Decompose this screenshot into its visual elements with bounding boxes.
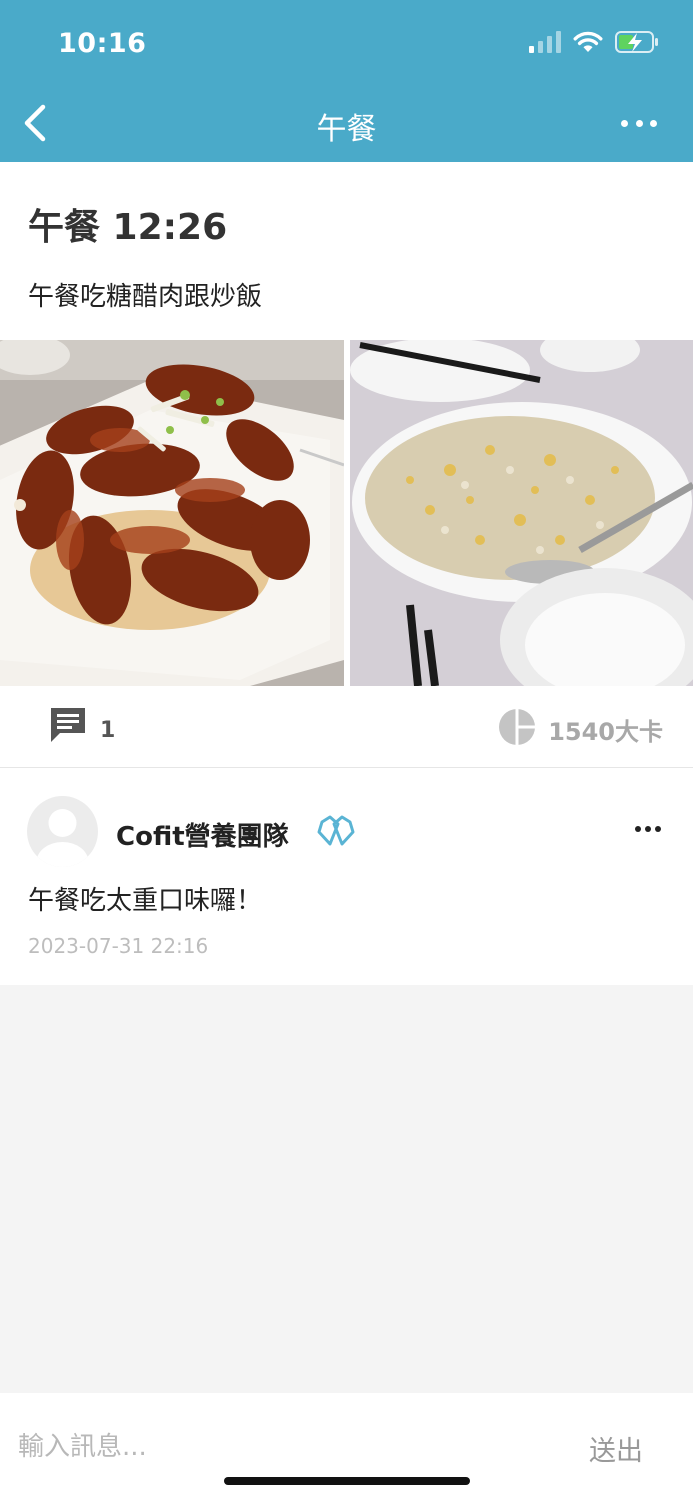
more-dot-icon bbox=[655, 826, 661, 832]
photo-gallery bbox=[0, 340, 693, 686]
comment-text: 午餐吃太重口味囉！ bbox=[28, 886, 263, 916]
comment-button[interactable]: 1 bbox=[48, 706, 115, 744]
home-indicator bbox=[224, 1477, 470, 1485]
comment-item: Cofit營養團隊 午餐吃太重口味囉！ 2023-07-31 22:16 bbox=[0, 768, 693, 985]
verified-badge-icon bbox=[317, 815, 355, 846]
battery-charging-icon bbox=[615, 31, 658, 53]
cellular-signal-icon bbox=[529, 31, 561, 53]
post-stats: 1 1540大卡 bbox=[0, 686, 693, 768]
more-dot-icon bbox=[645, 826, 651, 832]
post-body: 午餐吃糖醋肉跟炒飯 bbox=[28, 282, 263, 312]
app-header: 10:16 午餐 bbox=[0, 0, 693, 162]
post-title: 午餐 12:26 bbox=[28, 207, 228, 248]
meal-post: 午餐 12:26 午餐吃糖醋肉跟炒飯 1 1540大卡 bbox=[0, 162, 693, 768]
comment-more-button[interactable] bbox=[635, 826, 661, 834]
fried-rice-photo[interactable] bbox=[349, 340, 693, 686]
more-options-button[interactable] bbox=[621, 110, 657, 136]
message-input[interactable] bbox=[18, 1427, 538, 1467]
sweet-and-sour-pork-photo[interactable] bbox=[0, 340, 344, 686]
nutrition-pie-icon bbox=[499, 707, 537, 746]
more-dot-icon bbox=[635, 826, 641, 832]
more-dot-icon bbox=[650, 119, 657, 127]
default-user-icon bbox=[36, 809, 89, 867]
calorie-summary[interactable]: 1540大卡 bbox=[498, 706, 663, 747]
comment-count: 1 bbox=[100, 717, 116, 743]
wifi-icon bbox=[573, 31, 603, 52]
more-dot-icon bbox=[621, 119, 628, 127]
comment-timestamp: 2023-07-31 22:16 bbox=[28, 934, 209, 958]
calorie-value: 1540大卡 bbox=[548, 718, 663, 746]
send-button[interactable]: 送出 bbox=[589, 1429, 643, 1468]
nav-title: 午餐 bbox=[316, 112, 377, 147]
status-icons bbox=[529, 30, 659, 54]
more-dot-icon bbox=[635, 119, 643, 127]
avatar[interactable] bbox=[27, 796, 98, 867]
comment-author[interactable]: Cofit營養團隊 bbox=[116, 816, 289, 853]
comment-icon bbox=[51, 708, 85, 742]
status-time: 10:16 bbox=[58, 28, 147, 59]
